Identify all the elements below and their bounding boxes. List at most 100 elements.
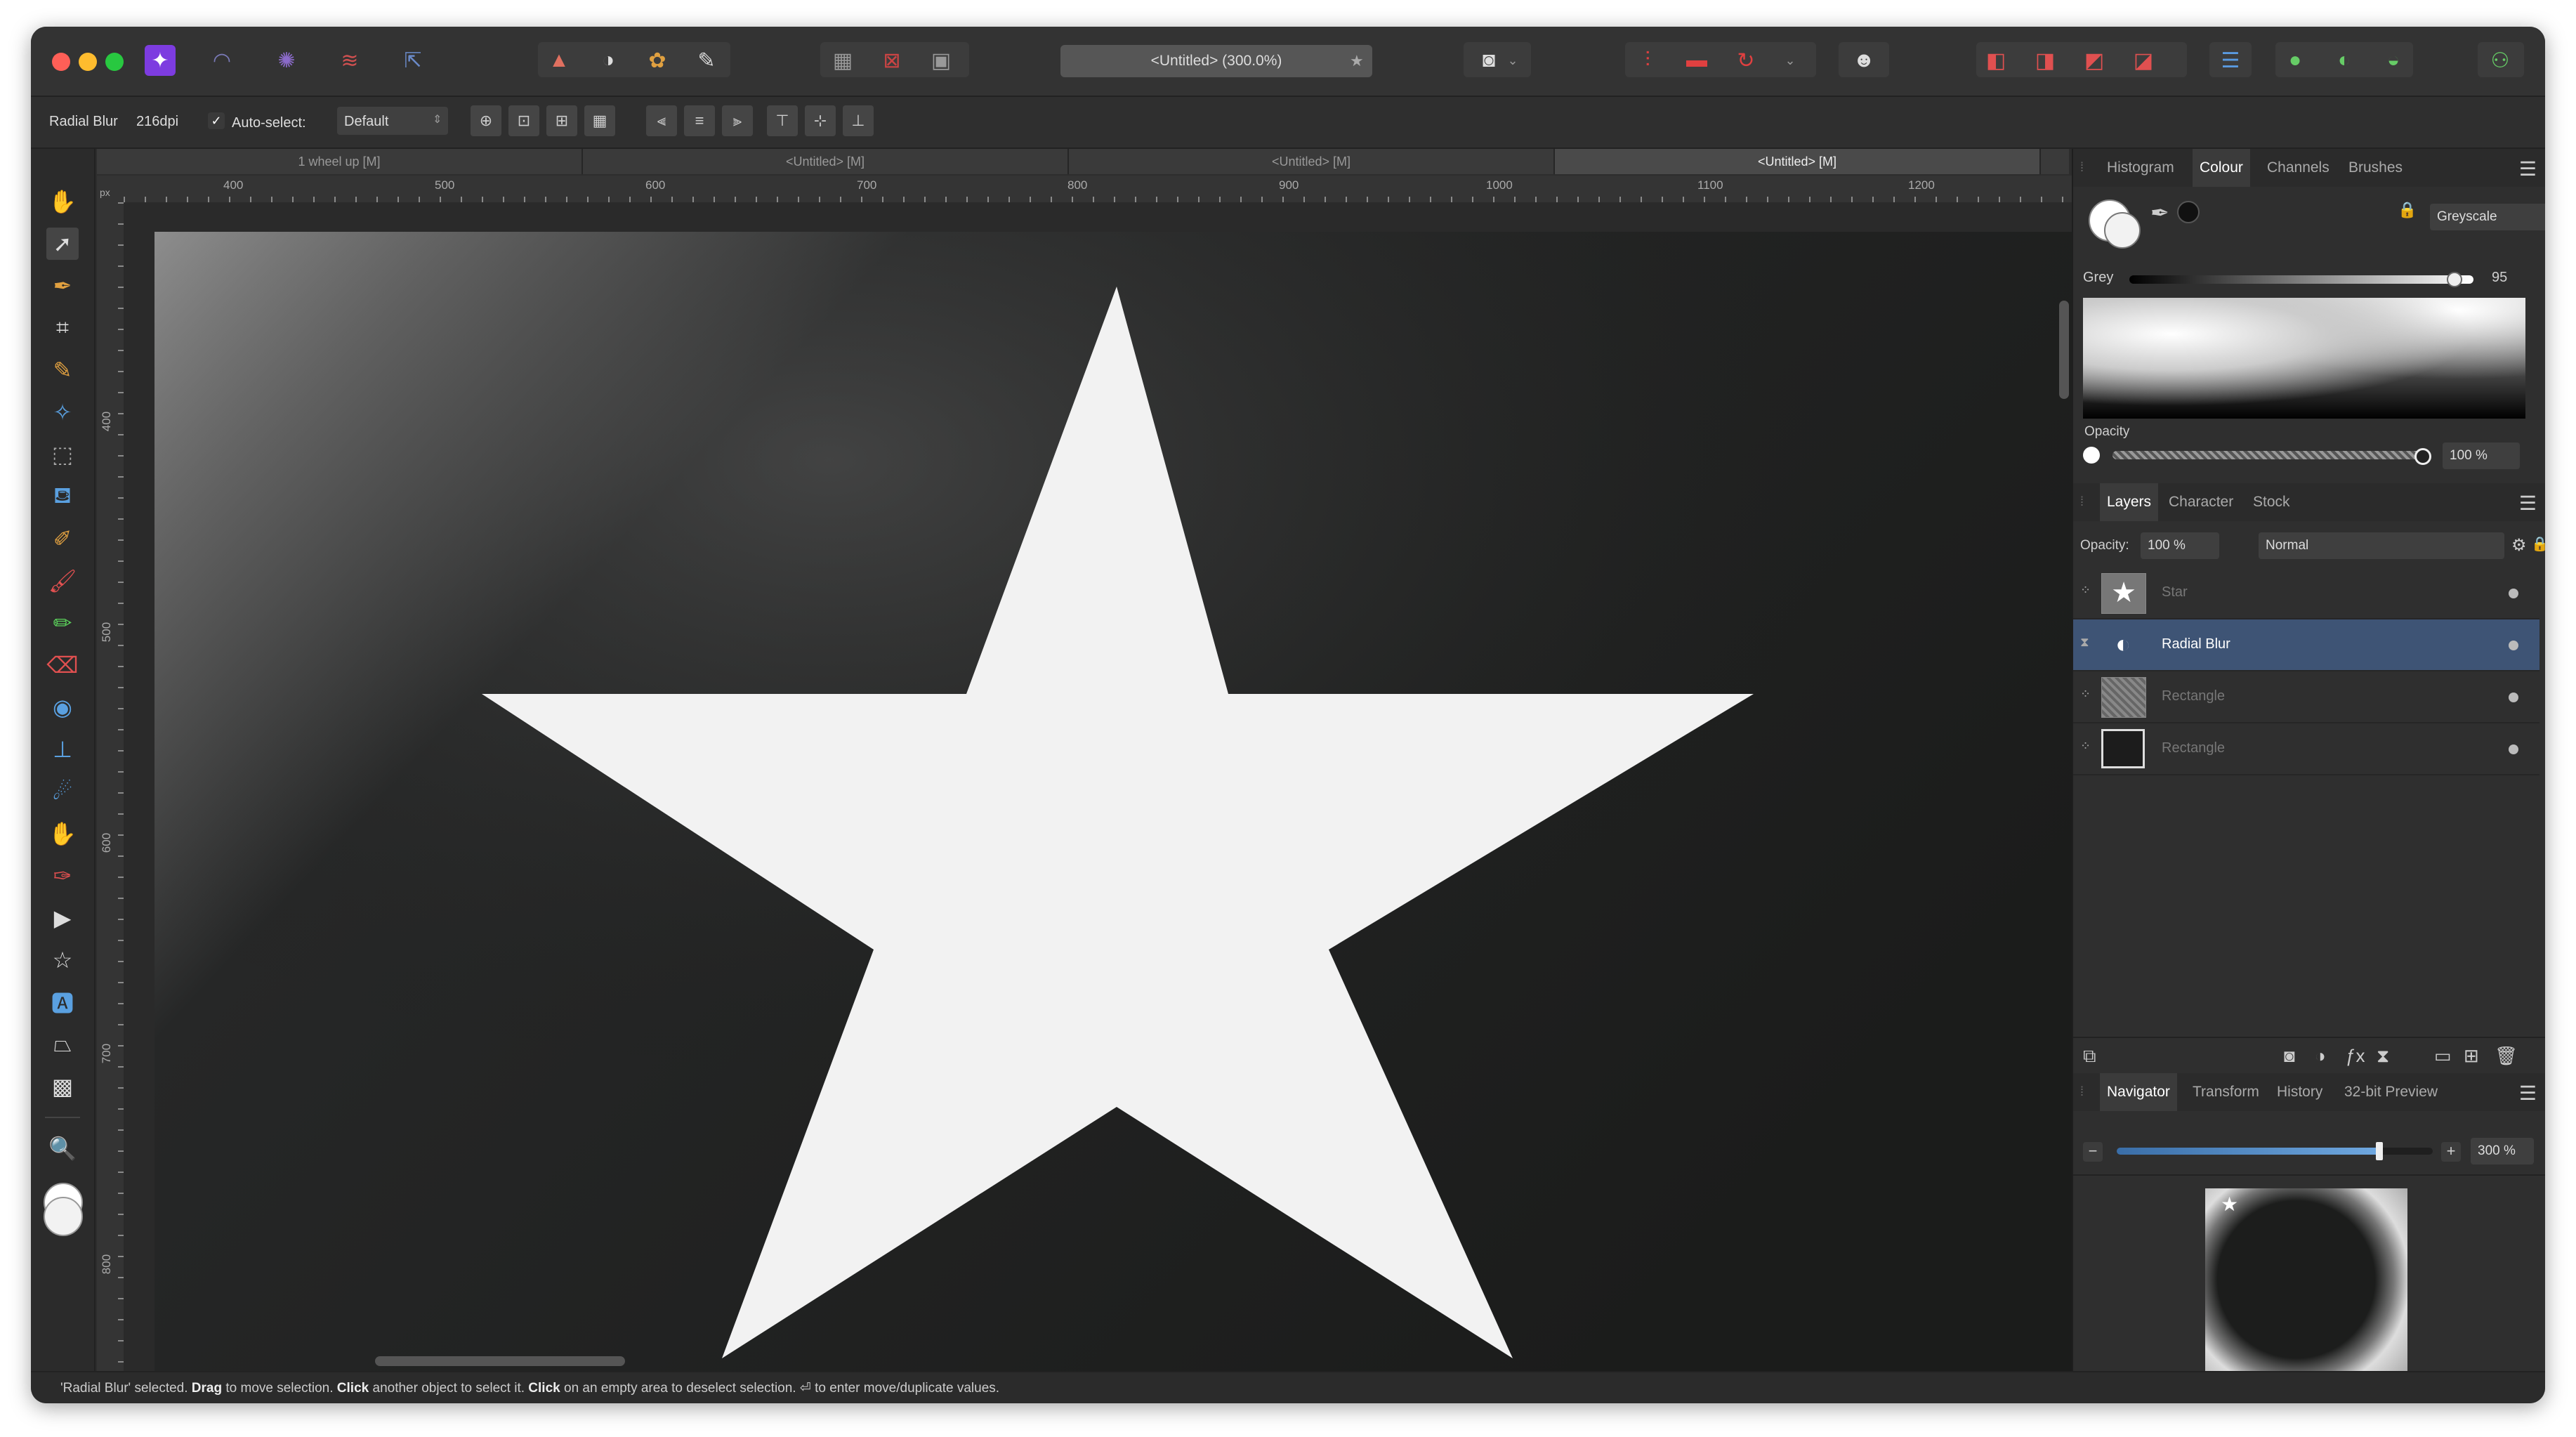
tab-transform[interactable]: Transform — [2186, 1073, 2266, 1111]
snapping-chevron-icon[interactable]: ⌄ — [1780, 45, 1801, 76]
bounding-box-icon[interactable]: ⊡ — [508, 105, 539, 136]
panel-menu-icon[interactable]: ☰ — [2519, 492, 2537, 515]
doc-tab-2[interactable]: <Untitled> [M] — [583, 149, 1069, 174]
colour-picker-icon[interactable]: ✒ — [2150, 199, 2169, 226]
marquee-tool-icon[interactable]: ⬚ — [46, 438, 79, 471]
visibility-dot[interactable] — [2509, 744, 2518, 754]
intersect-boolean-icon[interactable]: ◒ — [2378, 45, 2409, 76]
node-tool-icon[interactable]: ▶ — [46, 902, 79, 934]
primary-colour-swatch[interactable] — [44, 1197, 83, 1236]
opacity-slider[interactable] — [2112, 451, 2421, 459]
selection-brush-icon[interactable]: ✧ — [46, 396, 79, 428]
opacity-slider-handle[interactable] — [2414, 448, 2431, 465]
hand-tool-icon[interactable]: ✋ — [46, 185, 79, 218]
document-canvas[interactable] — [124, 202, 2083, 1371]
add-boolean-icon[interactable]: ● — [2280, 45, 2311, 76]
layer-row-rectangle-1[interactable]: ⁘ Rectangle — [2073, 671, 2539, 723]
lock-layer-icon[interactable]: 🔒 — [2531, 535, 2545, 553]
clone-brush-icon[interactable]: ⊥ — [46, 733, 79, 766]
crop-tool-icon[interactable]: ⌗ — [46, 312, 79, 344]
move-to-front-icon[interactable]: ◪ — [2128, 45, 2159, 76]
align-left-icon[interactable]: ⫷ — [646, 105, 677, 136]
snapping-icon[interactable]: ⫶ — [1632, 45, 1663, 76]
minimize-window-button[interactable] — [79, 53, 97, 71]
grey-slider[interactable] — [2129, 275, 2473, 284]
doc-tab-3[interactable]: <Untitled> [M] — [1069, 149, 1555, 174]
blend-mode-dropdown[interactable]: Normal — [2259, 532, 2504, 559]
paint-mixer-brush-icon[interactable]: ✎ — [46, 354, 79, 386]
visibility-dot[interactable] — [2509, 693, 2518, 702]
layer-row-rectangle-2[interactable]: ⁘ Rectangle — [2073, 723, 2539, 775]
grid-icon[interactable]: ▦ — [584, 105, 615, 136]
vertical-scrollbar[interactable] — [2059, 301, 2069, 399]
erase-brush-icon[interactable]: ⌫ — [46, 649, 79, 681]
align-middle-icon[interactable]: ⊹ — [805, 105, 836, 136]
alignment-icon[interactable]: ☰ — [2215, 45, 2246, 76]
user-account-icon[interactable]: ⚇ — [2485, 45, 2516, 76]
close-window-button[interactable] — [52, 53, 70, 71]
move-to-back-icon[interactable]: ◧ — [1980, 45, 2011, 76]
gradient-tool-icon[interactable]: ✐ — [46, 523, 79, 555]
select-all-icon[interactable]: ▦ — [827, 45, 858, 76]
tab-histogram[interactable]: Histogram — [2100, 149, 2181, 187]
lock-icon[interactable]: 🔒 — [2398, 201, 2417, 219]
tab-32-bit-preview[interactable]: 32-bit Preview — [2337, 1073, 2445, 1111]
move-tool-icon[interactable]: ➚ — [46, 228, 79, 260]
red-eye-tool-icon[interactable]: ✑ — [46, 860, 79, 892]
colour-box[interactable] — [2083, 298, 2525, 419]
colour-wheel-icon[interactable]: ✿ — [642, 45, 673, 76]
tab-stock[interactable]: Stock — [2246, 483, 2297, 521]
fx-icon[interactable]: ƒx — [2346, 1045, 2365, 1067]
paint-brush-icon[interactable]: 🖌 — [46, 565, 79, 597]
zoom-window-button[interactable] — [105, 53, 124, 71]
liquify-persona-icon[interactable]: ◠ — [206, 45, 237, 76]
blur-brush-icon[interactable]: ☄ — [46, 775, 79, 808]
trash-icon[interactable]: 🗑 — [2495, 1045, 2518, 1067]
tab-history[interactable]: History — [2270, 1073, 2329, 1111]
qr-code-tool-icon[interactable]: ▩ — [46, 1070, 79, 1103]
zoom-value-field[interactable]: 300 % — [2471, 1138, 2534, 1164]
pixel-tool-icon[interactable]: ✏ — [46, 607, 79, 639]
text-tool-icon[interactable]: 🅰 — [46, 986, 79, 1018]
assistant-icon[interactable]: ☻ — [1848, 45, 1879, 76]
force-pixel-alignment-icon[interactable]: ▬ — [1681, 45, 1712, 76]
grey-value[interactable]: 95 — [2492, 270, 2507, 286]
tab-brushes[interactable]: Brushes — [2341, 149, 2410, 187]
tab-layers[interactable]: Layers — [2100, 483, 2159, 521]
tab-navigator[interactable]: Navigator — [2100, 1073, 2177, 1111]
auto-select-dropdown[interactable]: Default ⇕ — [337, 107, 448, 135]
flood-fill-icon[interactable]: ⛾ — [46, 480, 79, 513]
tab-channels[interactable]: Channels — [2260, 149, 2337, 187]
adjustment-layer-icon[interactable]: ◑ — [2315, 1045, 2326, 1067]
live-filter-icon[interactable]: ⧗ — [2377, 1045, 2389, 1068]
align-right-icon[interactable]: ⫸ — [722, 105, 753, 136]
visibility-dot[interactable] — [2509, 641, 2518, 650]
align-bottom-icon[interactable]: ⊥ — [843, 105, 874, 136]
panel-menu-icon[interactable]: ☰ — [2519, 157, 2537, 181]
auto-select-checkbox[interactable]: ✓ — [208, 112, 225, 129]
zoom-slider[interactable] — [2117, 1148, 2433, 1155]
curves-icon[interactable]: ◑ — [593, 45, 624, 76]
opacity-value-field[interactable]: 100 % — [2443, 442, 2520, 469]
auto-adjust-icon[interactable]: ✎ — [691, 45, 722, 76]
visibility-dot[interactable] — [2509, 589, 2518, 598]
align-top-icon[interactable]: ⊤ — [767, 105, 798, 136]
subtract-boolean-icon[interactable]: ◐ — [2329, 45, 2360, 76]
navigator-preview[interactable]: ★ — [2205, 1188, 2407, 1391]
photo-persona-icon[interactable]: ✦ — [145, 45, 176, 76]
magnet-icon[interactable]: ↻ — [1730, 45, 1761, 76]
mask-layer-icon[interactable]: ◙ — [2284, 1045, 2295, 1067]
chevron-down-icon[interactable]: ⌄ — [1506, 45, 1520, 76]
transform-origin-icon[interactable]: ⊕ — [471, 105, 501, 136]
zoom-in-button[interactable]: + — [2441, 1142, 2461, 1162]
stroke-colour-swatch[interactable] — [2104, 212, 2141, 249]
layer-opacity-field[interactable]: 100 % — [2141, 532, 2219, 559]
horizontal-scrollbar[interactable] — [375, 1356, 625, 1366]
quick-mask-icon[interactable]: ◙ — [1473, 45, 1504, 76]
layer-row-star[interactable]: ⁘ ★ Star — [2073, 567, 2539, 619]
layer-copy-icon[interactable]: ⧉ — [2083, 1045, 2096, 1068]
distribute-icon[interactable]: ⊞ — [546, 105, 577, 136]
grey-slider-handle[interactable] — [2447, 272, 2462, 287]
doc-tab-1[interactable]: 1 wheel up [M] — [97, 149, 583, 174]
mesh-warp-tool-icon[interactable]: ⏢ — [46, 1028, 79, 1061]
